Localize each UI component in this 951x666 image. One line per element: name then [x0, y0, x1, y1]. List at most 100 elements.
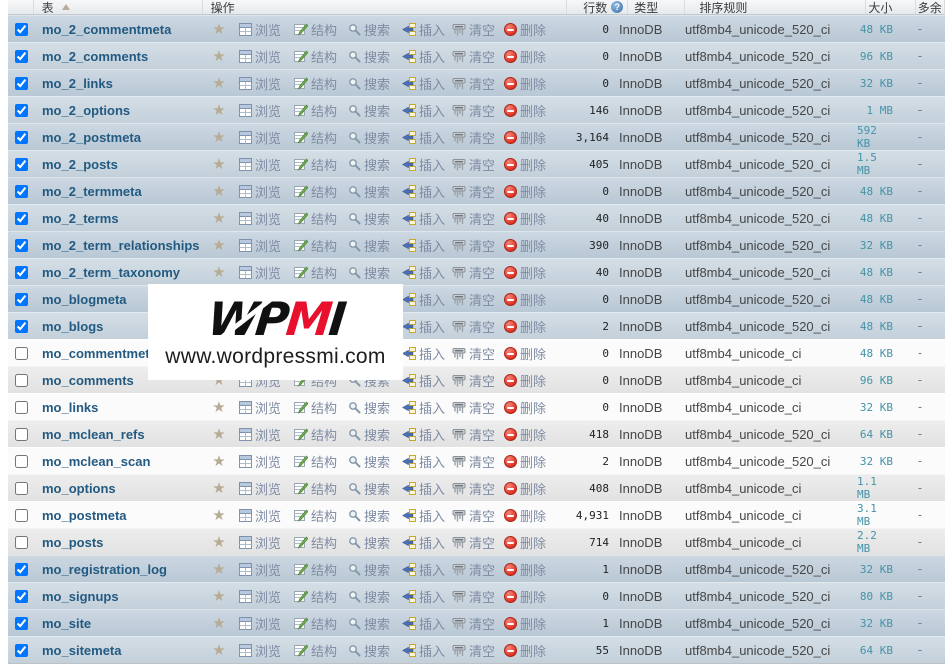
insert-action[interactable]: 插入	[402, 587, 445, 606]
insert-action[interactable]: 插入	[402, 398, 445, 417]
table-name-link[interactable]: mo_blogs	[42, 319, 103, 334]
drop-action[interactable]: 删除	[504, 452, 546, 471]
drop-action[interactable]: 删除	[504, 344, 546, 363]
favorite-star-icon[interactable]: ★	[212, 562, 225, 577]
drop-action[interactable]: 删除	[504, 182, 546, 201]
empty-action[interactable]: 清空	[452, 641, 495, 660]
favorite-star-icon[interactable]: ★	[212, 130, 225, 145]
column-header-table[interactable]: 表	[34, 0, 203, 14]
browse-action[interactable]: 浏览	[239, 101, 281, 120]
table-name-link[interactable]: mo_2_links	[42, 76, 113, 91]
browse-action[interactable]: 浏览	[239, 20, 281, 39]
structure-action[interactable]: 结构	[294, 47, 337, 66]
table-name-link[interactable]: mo_commentmeta	[42, 346, 157, 361]
favorite-star-icon[interactable]: ★	[212, 454, 225, 469]
empty-action[interactable]: 清空	[452, 479, 495, 498]
empty-action[interactable]: 清空	[452, 425, 495, 444]
browse-action[interactable]: 浏览	[239, 533, 281, 552]
table-name-link[interactable]: mo_sitemeta	[42, 643, 121, 658]
browse-action[interactable]: 浏览	[239, 452, 281, 471]
search-action[interactable]: 搜索	[348, 182, 390, 201]
table-name-link[interactable]: mo_mclean_refs	[42, 427, 145, 442]
table-name-link[interactable]: mo_2_terms	[42, 211, 119, 226]
empty-action[interactable]: 清空	[452, 533, 495, 552]
structure-action[interactable]: 结构	[294, 20, 337, 39]
drop-action[interactable]: 删除	[504, 614, 546, 633]
favorite-star-icon[interactable]: ★	[212, 616, 225, 631]
row-select-checkbox[interactable]	[15, 239, 28, 252]
structure-action[interactable]: 结构	[294, 479, 337, 498]
empty-action[interactable]: 清空	[452, 209, 495, 228]
table-name-link[interactable]: mo_2_comments	[42, 49, 148, 64]
empty-action[interactable]: 清空	[452, 560, 495, 579]
browse-action[interactable]: 浏览	[239, 155, 281, 174]
drop-action[interactable]: 删除	[504, 425, 546, 444]
search-action[interactable]: 搜索	[348, 452, 390, 471]
empty-action[interactable]: 清空	[452, 101, 495, 120]
structure-action[interactable]: 结构	[294, 263, 337, 282]
search-action[interactable]: 搜索	[348, 479, 390, 498]
insert-action[interactable]: 插入	[402, 155, 445, 174]
row-select-checkbox[interactable]	[15, 428, 28, 441]
table-name-link[interactable]: mo_postmeta	[42, 508, 127, 523]
structure-action[interactable]: 结构	[294, 209, 337, 228]
drop-action[interactable]: 删除	[504, 587, 546, 606]
drop-action[interactable]: 删除	[504, 128, 546, 147]
insert-action[interactable]: 插入	[402, 290, 445, 309]
insert-action[interactable]: 插入	[402, 236, 445, 255]
row-select-checkbox[interactable]	[15, 482, 28, 495]
insert-action[interactable]: 插入	[402, 74, 445, 93]
favorite-star-icon[interactable]: ★	[212, 22, 225, 37]
insert-action[interactable]: 插入	[402, 101, 445, 120]
structure-action[interactable]: 结构	[294, 614, 337, 633]
empty-action[interactable]: 清空	[452, 317, 495, 336]
structure-action[interactable]: 结构	[294, 452, 337, 471]
search-action[interactable]: 搜索	[348, 209, 390, 228]
search-action[interactable]: 搜索	[348, 641, 390, 660]
column-header-type[interactable]: 类型	[628, 0, 685, 14]
empty-action[interactable]: 清空	[452, 182, 495, 201]
drop-action[interactable]: 删除	[504, 47, 546, 66]
favorite-star-icon[interactable]: ★	[212, 508, 225, 523]
insert-action[interactable]: 插入	[402, 533, 445, 552]
structure-action[interactable]: 结构	[294, 128, 337, 147]
drop-action[interactable]: 删除	[504, 533, 546, 552]
row-select-checkbox[interactable]	[15, 293, 28, 306]
table-name-link[interactable]: mo_site	[42, 616, 91, 631]
structure-action[interactable]: 结构	[294, 236, 337, 255]
column-header-rows[interactable]: 行数 ?	[567, 0, 628, 14]
search-action[interactable]: 搜索	[348, 263, 390, 282]
row-select-checkbox[interactable]	[15, 644, 28, 657]
search-action[interactable]: 搜索	[348, 155, 390, 174]
search-action[interactable]: 搜索	[348, 425, 390, 444]
empty-action[interactable]: 清空	[452, 371, 495, 390]
browse-action[interactable]: 浏览	[239, 209, 281, 228]
favorite-star-icon[interactable]: ★	[212, 400, 225, 415]
insert-action[interactable]: 插入	[402, 506, 445, 525]
column-header-size[interactable]: 大小	[866, 0, 915, 14]
favorite-star-icon[interactable]: ★	[212, 643, 225, 658]
empty-action[interactable]: 清空	[452, 398, 495, 417]
drop-action[interactable]: 删除	[504, 560, 546, 579]
empty-action[interactable]: 清空	[452, 236, 495, 255]
browse-action[interactable]: 浏览	[239, 74, 281, 93]
table-name-link[interactable]: mo_links	[42, 400, 98, 415]
empty-action[interactable]: 清空	[452, 290, 495, 309]
search-action[interactable]: 搜索	[348, 20, 390, 39]
table-name-link[interactable]: mo_2_commentmeta	[42, 22, 171, 37]
search-action[interactable]: 搜索	[348, 101, 390, 120]
structure-action[interactable]: 结构	[294, 587, 337, 606]
favorite-star-icon[interactable]: ★	[212, 157, 225, 172]
browse-action[interactable]: 浏览	[239, 236, 281, 255]
table-name-link[interactable]: mo_2_options	[42, 103, 130, 118]
search-action[interactable]: 搜索	[348, 236, 390, 255]
table-name-link[interactable]: mo_2_postmeta	[42, 130, 141, 145]
row-select-checkbox[interactable]	[15, 536, 28, 549]
structure-action[interactable]: 结构	[294, 155, 337, 174]
drop-action[interactable]: 删除	[504, 641, 546, 660]
search-action[interactable]: 搜索	[348, 506, 390, 525]
structure-action[interactable]: 结构	[294, 506, 337, 525]
search-action[interactable]: 搜索	[348, 398, 390, 417]
favorite-star-icon[interactable]: ★	[212, 535, 225, 550]
insert-action[interactable]: 插入	[402, 317, 445, 336]
